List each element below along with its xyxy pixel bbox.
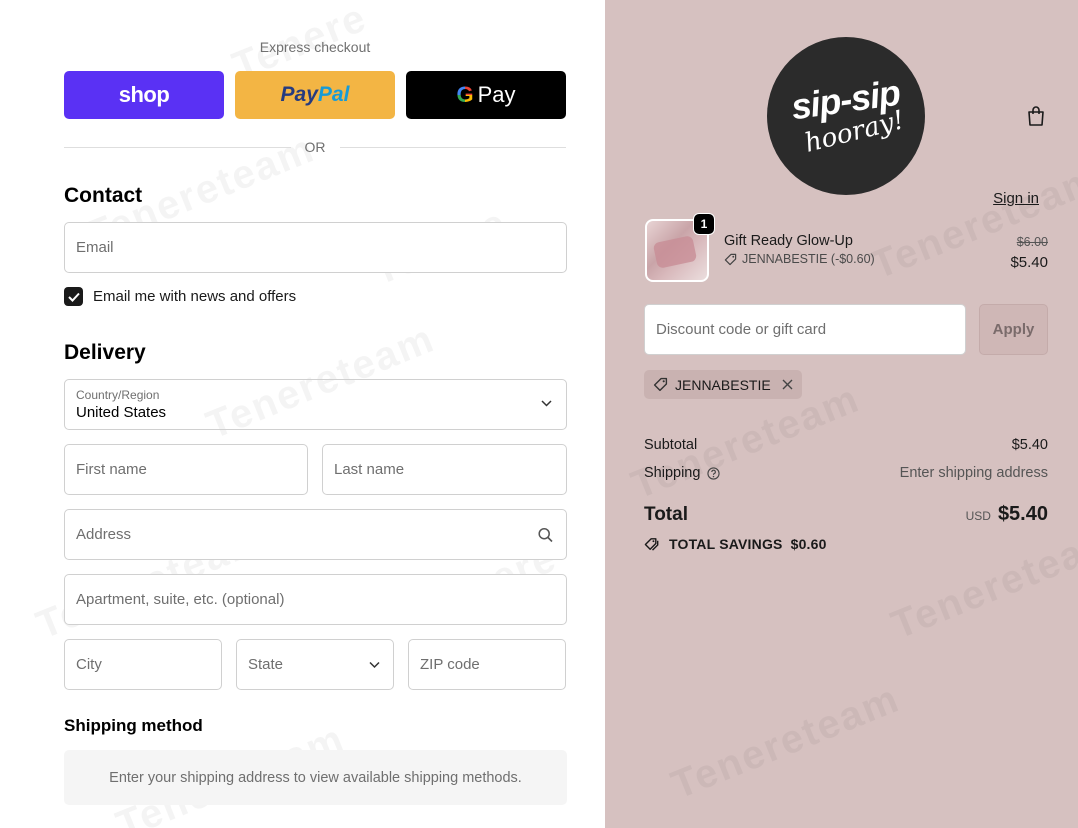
apply-button[interactable]: Apply (979, 304, 1048, 355)
country-label: Country/Region (76, 388, 160, 402)
search-icon[interactable] (538, 527, 553, 542)
subtotal-label: Subtotal (644, 437, 698, 453)
product-discount-text: JENNABESTIE (-$0.60) (742, 252, 875, 266)
email-placeholder: Email (76, 239, 114, 256)
total-label: Total (644, 504, 688, 525)
delivery-title: Delivery (64, 341, 146, 364)
original-price: $6.00 (1016, 235, 1048, 249)
savings-tag-icon (644, 537, 659, 551)
zip-placeholder: ZIP code (420, 656, 480, 673)
first-name-field[interactable]: First name (64, 444, 308, 495)
zip-code-field[interactable]: ZIP code (408, 639, 566, 690)
product-discount: JENNABESTIE (-$0.60) (724, 252, 875, 266)
google-pay-label: Pay (477, 82, 516, 107)
express-checkout-label: Express checkout (259, 39, 371, 55)
close-icon (782, 379, 793, 390)
state-select[interactable]: State (236, 639, 394, 690)
currency-code: USD (965, 509, 991, 523)
state-placeholder: State (248, 656, 284, 673)
remove-discount-button[interactable] (782, 379, 793, 390)
savings-value: $0.60 (790, 536, 827, 552)
shipping-method-notice: Enter your shipping address to view avai… (64, 750, 567, 805)
total-row: Total USD $5.40 (644, 503, 1048, 526)
address-placeholder: Address (76, 526, 132, 543)
address-field[interactable]: Address (64, 509, 567, 560)
shipping-value: Enter shipping address (899, 465, 1048, 481)
shipping-label: Shipping (644, 465, 701, 481)
tag-icon (724, 253, 737, 265)
chevron-down-icon (369, 661, 380, 668)
checkmark-icon (67, 292, 80, 302)
or-label: OR (304, 139, 326, 155)
total-value: $5.40 (997, 503, 1048, 525)
quantity-badge: 1 (693, 213, 715, 235)
store-logo[interactable]: sip-sip hooray! (767, 37, 925, 195)
city-placeholder: City (76, 656, 102, 673)
apartment-placeholder: Apartment, suite, etc. (optional) (76, 591, 285, 608)
applied-discount-code: JENNABESTIE (675, 376, 771, 393)
paypal-label-part2: Pal (317, 83, 350, 106)
subtotal-row: Subtotal $5.40 (644, 437, 1048, 453)
chevron-down-icon (541, 400, 552, 407)
apartment-field[interactable]: Apartment, suite, etc. (optional) (64, 574, 567, 625)
watermark: Tenereteam (885, 516, 1078, 648)
google-pay-button[interactable]: G Pay (406, 71, 566, 119)
last-name-placeholder: Last name (334, 461, 405, 478)
help-icon[interactable] (707, 466, 721, 480)
city-field[interactable]: City (64, 639, 222, 690)
sign-in-link[interactable]: Sign in (993, 190, 1039, 207)
divider-line (339, 146, 566, 148)
newsletter-label: Email me with news and offers (93, 288, 297, 305)
divider-line (64, 146, 291, 148)
country-select[interactable]: Country/Region United States (64, 379, 567, 430)
contact-title: Contact (64, 184, 143, 207)
email-field[interactable]: Email (64, 222, 567, 273)
google-g-icon: G (456, 82, 474, 107)
shipping-method-title: Shipping method (64, 716, 203, 735)
first-name-placeholder: First name (76, 461, 147, 478)
subtotal-value: $5.40 (1011, 437, 1048, 453)
shipping-row: Shipping Enter shipping address (644, 465, 1048, 481)
last-name-field[interactable]: Last name (322, 444, 567, 495)
discount-code-field[interactable]: Discount code or gift card (644, 304, 966, 355)
total-savings: TOTAL SAVINGS $0.60 (644, 536, 827, 552)
savings-label: TOTAL SAVINGS (669, 536, 783, 552)
paypal-button[interactable]: Pay Pal (235, 71, 395, 119)
discount-code-placeholder: Discount code or gift card (656, 321, 827, 338)
applied-discount-chip: JENNABESTIE (644, 370, 802, 399)
newsletter-checkbox[interactable] (64, 287, 83, 306)
product-price: $5.40 (1010, 254, 1048, 271)
tag-icon (653, 377, 668, 392)
watermark: Tenereteam (665, 676, 906, 808)
shopping-bag-icon[interactable] (1026, 105, 1046, 127)
country-value: United States (76, 404, 167, 421)
shop-pay-button[interactable]: shop (64, 71, 224, 119)
product-name: Gift Ready Glow-Up (724, 233, 853, 249)
paypal-label-part1: Pay (280, 83, 318, 106)
newsletter-row: Email me with news and offers (64, 287, 296, 306)
shipping-method-message: Enter your shipping address to view avai… (109, 769, 522, 786)
or-divider: OR (64, 138, 566, 156)
shop-pay-label: shop (118, 82, 170, 107)
